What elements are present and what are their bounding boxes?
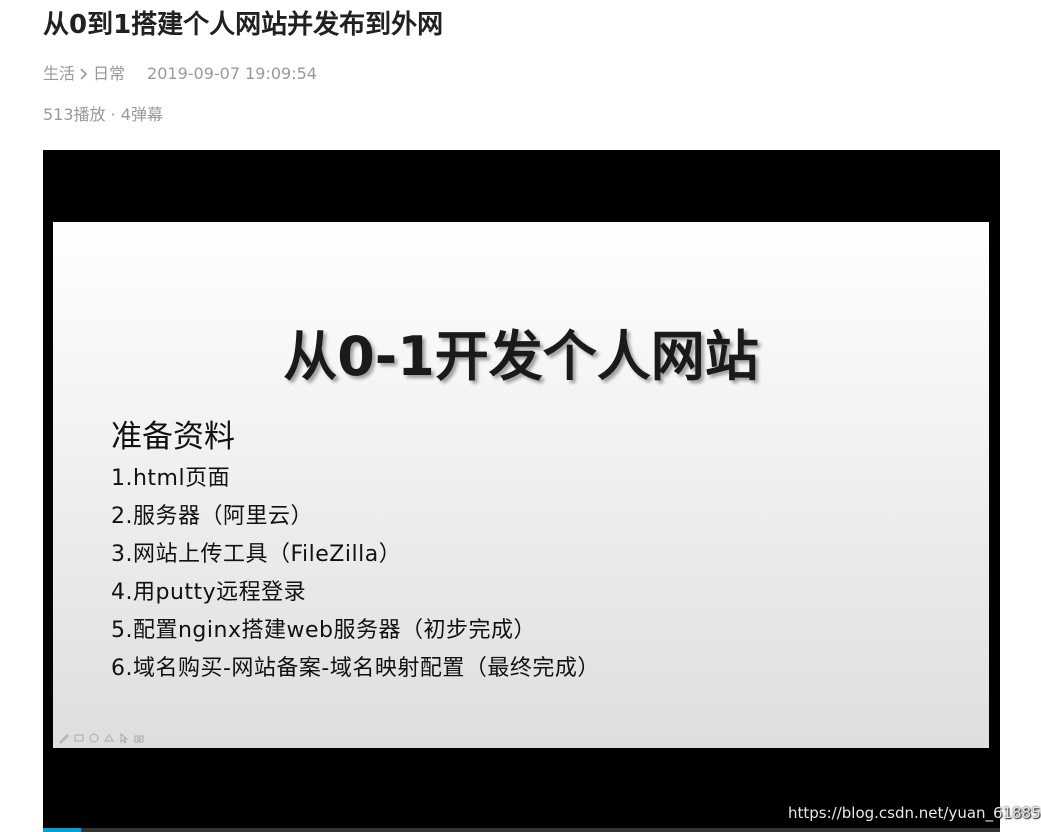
slide-subtitle: 准备资料 [111, 419, 235, 455]
camera-icon [134, 735, 144, 743]
pointer-icon [120, 732, 129, 744]
watermark: https://blog.csdn.net/yuan_618859 [788, 804, 1041, 822]
list-item: 2.服务器（阿里云） [111, 504, 313, 529]
video-player[interactable]: 从0-1开发个人网站 准备资料 1.html页面 2.服务器（阿里云） 3.网站… [43, 150, 1000, 832]
slide-title: 从0-1开发个人网站 [283, 325, 759, 388]
list-item: 6.域名购买-网站备案-域名映射配置（最终完成） [111, 656, 600, 681]
list-item: 3.网站上传工具（FileZilla） [111, 542, 402, 567]
slide-frame: 从0-1开发个人网站 准备资料 1.html页面 2.服务器（阿里云） 3.网站… [53, 222, 989, 748]
chevron-right-icon [80, 68, 88, 80]
rectangle-icon [74, 734, 84, 742]
slide-list: 1.html页面 2.服务器（阿里云） 3.网站上传工具（FileZilla） … [111, 460, 600, 688]
pen-icon [59, 734, 69, 744]
list-item: 1.html页面 [111, 466, 231, 491]
subcategory-link[interactable]: 日常 [93, 62, 125, 86]
progress-fill [43, 828, 82, 832]
video-stats: 513播放 · 4弹幕 [43, 105, 163, 124]
list-item: 5.配置nginx搭建web服务器（初步完成） [111, 618, 536, 643]
progress-bar[interactable] [43, 828, 1000, 832]
video-title: 从0到1搭建个人网站并发布到外网 [43, 10, 444, 40]
eraser-icon [89, 733, 99, 743]
list-item: 4.用putty远程登录 [111, 580, 307, 605]
page: 从0到1搭建个人网站并发布到外网 生活 日常 2019-09-07 19:09:… [0, 0, 1041, 832]
slide-toolbar [58, 732, 145, 744]
highlighter-icon [104, 734, 114, 742]
video-meta: 生活 日常 2019-09-07 19:09:54 [43, 62, 317, 86]
publish-date: 2019-09-07 19:09:54 [147, 64, 317, 83]
category-link[interactable]: 生活 [43, 62, 75, 86]
